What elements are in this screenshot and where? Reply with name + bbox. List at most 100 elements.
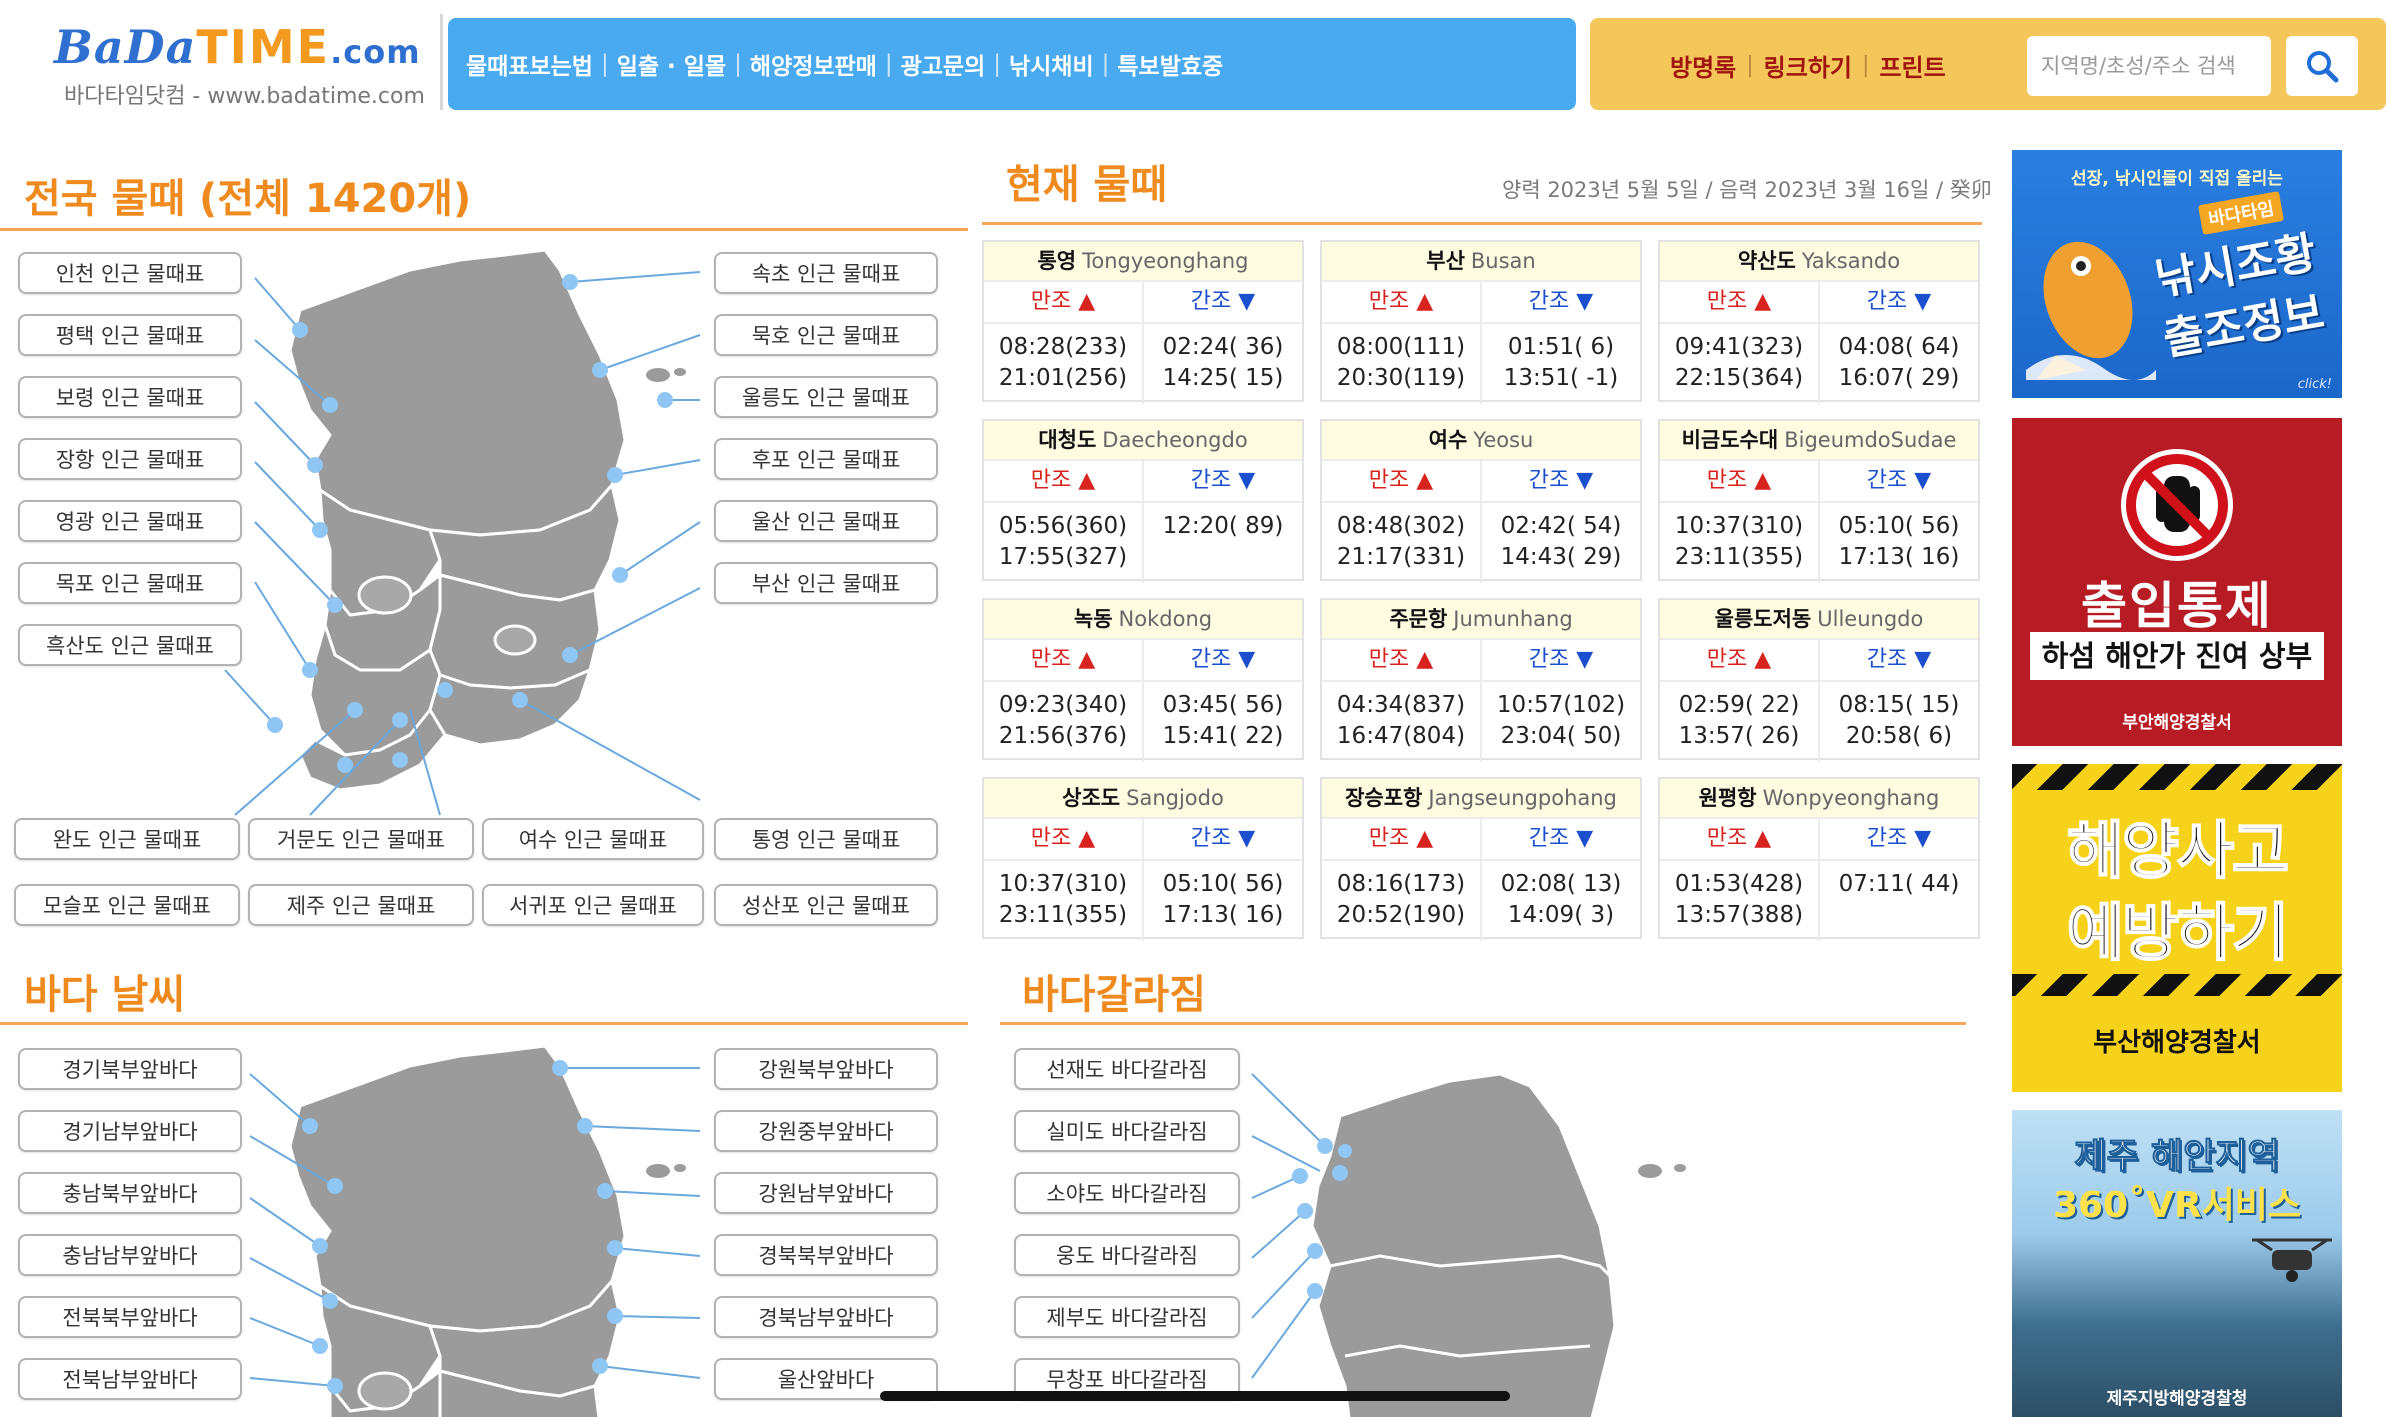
- parting-btn-ungdo[interactable]: 웅도 바다갈라짐: [1014, 1234, 1240, 1276]
- tide-card-values: 05:56(360) 17:55(327) 12:20( 89): [984, 503, 1302, 583]
- parting-btn-seonjaedo[interactable]: 선재도 바다갈라짐: [1014, 1048, 1240, 1090]
- nav-item-fishing[interactable]: 낚시채비: [1009, 47, 1094, 81]
- weather-btn-jeonbuk-north[interactable]: 전북북부앞바다: [18, 1296, 242, 1338]
- tide-card[interactable]: 대청도 Daecheongdo 만조 ▲ 간조 ▼ 05:56(360) 17:55(3…: [982, 419, 1304, 583]
- weather-btn-jeonbuk-south[interactable]: 전북남부앞바다: [18, 1358, 242, 1400]
- search-button[interactable]: [2286, 36, 2358, 96]
- weather-btn-gyeonggi-north[interactable]: 경기북부앞바다: [18, 1048, 242, 1090]
- station-name-en: Ulleungdo: [1817, 607, 1924, 631]
- tide-btn-heuksando[interactable]: 흑산도 인근 물때표: [18, 624, 242, 666]
- nav-item-ads[interactable]: 광고문의: [901, 47, 986, 81]
- print-link[interactable]: 프린트: [1879, 48, 1945, 83]
- low-tide-label: 간조 ▼: [1528, 647, 1594, 672]
- high-tide-values: 10:37(310) 23:11(355): [984, 861, 1144, 941]
- tide-card[interactable]: 주문항 Jumunhang 만조 ▲ 간조 ▼ 04:34(837) 16:47(804…: [1320, 598, 1642, 762]
- tide-btn-yeosu[interactable]: 여수 인근 물때표: [482, 818, 704, 860]
- station-name-ko: 대청도: [1038, 428, 1097, 452]
- nav-item-warning[interactable]: 특보발효중: [1117, 47, 1223, 81]
- low-tide-values: 01:51( 6) 13:51( -1): [1503, 334, 1619, 391]
- weather-btn-gyeongbuk-north[interactable]: 경북북부앞바다: [714, 1234, 938, 1276]
- high-tide-values: 02:59( 22) 13:57( 26): [1660, 682, 1820, 762]
- tide-card[interactable]: 약산도 Yaksando 만조 ▲ 간조 ▼ 09:41(323) 22:15(364)…: [1658, 240, 1980, 404]
- parting-btn-jebudo[interactable]: 제부도 바다갈라짐: [1014, 1296, 1240, 1338]
- tide-btn-mokpo[interactable]: 목포 인근 물때표: [18, 562, 242, 604]
- station-name-ko: 주문항: [1389, 607, 1448, 631]
- tide-card-values: 04:34(837) 16:47(804) 10:57(102) 23:04( 5…: [1322, 682, 1640, 762]
- tide-btn-incheon[interactable]: 인천 인근 물때표: [18, 252, 242, 294]
- parting-btn-soyado[interactable]: 소야도 바다갈라짐: [1014, 1172, 1240, 1214]
- tide-card[interactable]: 상조도 Sangjodo 만조 ▲ 간조 ▼ 10:37(310) 23:11(355)…: [982, 777, 1304, 941]
- tide-card[interactable]: 비금도수대 BigeumdoSudae 만조 ▲ 간조 ▼ 10:37(310) 23:…: [1658, 419, 1980, 583]
- tide-btn-moseulpo[interactable]: 모슬포 인근 물때표: [14, 884, 240, 926]
- tide-card-header: 비금도수대 BigeumdoSudae: [1660, 421, 1978, 461]
- current-date: 양력 2023년 5월 5일 / 음력 2023년 3월 16일 / 癸卯: [1502, 178, 1992, 202]
- nav-item-sunrise[interactable]: 일출 · 일몰: [617, 47, 726, 81]
- tide-btn-ulsan[interactable]: 울산 인근 물때표: [714, 500, 938, 542]
- tide-card-values: 01:53(428) 13:57(388) 07:11( 44): [1660, 861, 1978, 941]
- tide-btn-yeonggwang[interactable]: 영광 인근 물때표: [18, 500, 242, 542]
- parting-btn-silmido[interactable]: 실미도 바다갈라짐: [1014, 1110, 1240, 1152]
- weather-btn-gyeongbuk-south[interactable]: 경북남부앞바다: [714, 1296, 938, 1338]
- banner-jeju-line1: 제주 해안지역: [2074, 1137, 2280, 1178]
- tide-card-labels: 만조 ▲ 간조 ▼: [1660, 640, 1978, 682]
- tide-card[interactable]: 장승포항 Jangseungpohang 만조 ▲ 간조 ▼ 08:16(173) 20…: [1320, 777, 1642, 941]
- link-share-link[interactable]: 링크하기: [1764, 48, 1852, 83]
- low-tide-label: 간조 ▼: [1190, 468, 1256, 493]
- low-tide-values: 05:10( 56) 17:13( 16): [1162, 871, 1284, 928]
- search-input[interactable]: [2027, 36, 2271, 96]
- tide-btn-jeju[interactable]: 제주 인근 물때표: [248, 884, 474, 926]
- tide-btn-mukho[interactable]: 묵호 인근 물때표: [714, 314, 938, 356]
- banner-jeju-org: 제주지방해양경찰청: [2106, 1389, 2248, 1409]
- tide-card-header: 울릉도저동 Ulleungdo: [1660, 600, 1978, 640]
- weather-btn-gyeonggi-south[interactable]: 경기남부앞바다: [18, 1110, 242, 1152]
- tide-card[interactable]: 원평항 Wonpyeonghang 만조 ▲ 간조 ▼ 01:53(428) 13:57…: [1658, 777, 1980, 941]
- tide-btn-hupo[interactable]: 후포 인근 물때표: [714, 438, 938, 480]
- tide-card[interactable]: 통영 Tongyeonghang 만조 ▲ 간조 ▼ 08:28(233) 21:01(…: [982, 240, 1304, 404]
- tide-btn-pyeongtaek[interactable]: 평택 인근 물때표: [18, 314, 242, 356]
- tide-btn-seongsanpo[interactable]: 성산포 인근 물때표: [714, 884, 938, 926]
- banner-access-control[interactable]: 출입통제 하섬 해안가 진여 상부 부안해양경찰서: [2012, 418, 2342, 746]
- tide-card-values: 08:16(173) 20:52(190) 02:08( 13) 14:09( 3…: [1322, 861, 1640, 941]
- tide-card-values: 09:41(323) 22:15(364) 04:08( 64) 16:07( 2…: [1660, 324, 1978, 404]
- tide-btn-geomundo[interactable]: 거문도 인근 물때표: [248, 818, 474, 860]
- tide-card-header: 약산도 Yaksando: [1660, 242, 1978, 282]
- tide-btn-ulleungdo[interactable]: 울릉도 인근 물때표: [714, 376, 938, 418]
- tide-card[interactable]: 녹동 Nokdong 만조 ▲ 간조 ▼ 09:23(340) 21:56(376) 03…: [982, 598, 1304, 762]
- nav-item-sales[interactable]: 해양정보판매: [750, 47, 877, 81]
- low-tide-label: 간조 ▼: [1866, 826, 1932, 851]
- station-name-ko: 여수: [1428, 428, 1468, 452]
- high-tide-label: 만조 ▲: [1660, 461, 1820, 501]
- tide-card[interactable]: 부산 Busan 만조 ▲ 간조 ▼ 08:00(111) 20:30(119) 01:5…: [1320, 240, 1642, 404]
- low-tide-values: 04:08( 64) 16:07( 29): [1838, 334, 1960, 391]
- tide-card[interactable]: 울릉도저동 Ulleungdo 만조 ▲ 간조 ▼ 02:59( 22) 13:57( …: [1658, 598, 1980, 762]
- hazard-stripe-mid: [2012, 974, 2342, 996]
- tide-btn-sokcho[interactable]: 속초 인근 물때표: [714, 252, 938, 294]
- tide-btn-janghang[interactable]: 장항 인근 물때표: [18, 438, 242, 480]
- tide-btn-wando[interactable]: 완도 인근 물때표: [14, 818, 240, 860]
- tide-card-labels: 만조 ▲ 간조 ▼: [1660, 282, 1978, 324]
- banner-marine-safety[interactable]: 해양사고 예방하기 부산해양경찰서: [2012, 764, 2342, 1092]
- tide-btn-tongyeong[interactable]: 통영 인근 물때표: [714, 818, 938, 860]
- banner-fishing-report[interactable]: 선장, 낚시인들이 직접 올리는 바다타임 낚시조황 출조정보 click!: [2012, 150, 2342, 398]
- site-logo[interactable]: BaDaTIME.com 바다타임닷컴 - www.badatime.com: [0, 14, 443, 110]
- station-name-ko: 울릉도저동: [1714, 607, 1812, 631]
- tide-btn-boryeong[interactable]: 보령 인근 물때표: [18, 376, 242, 418]
- home-indicator[interactable]: [880, 1391, 1510, 1401]
- weather-btn-gangwon-middle[interactable]: 강원중부앞바다: [714, 1110, 938, 1152]
- low-tide-label: 간조 ▼: [1528, 826, 1594, 851]
- banner-jeju-vr[interactable]: 제주 해안지역 360˚VR서비스 제주지방해양경찰청: [2012, 1110, 2342, 1417]
- weather-btn-chungnam-south[interactable]: 충남남부앞바다: [18, 1234, 242, 1276]
- low-tide-label: 간조 ▼: [1528, 289, 1594, 314]
- weather-btn-gangwon-north[interactable]: 강원북부앞바다: [714, 1048, 938, 1090]
- station-name-en: Daecheongdo: [1102, 428, 1248, 452]
- tide-card[interactable]: 여수 Yeosu 만조 ▲ 간조 ▼ 08:48(302) 21:17(331) 02:4…: [1320, 419, 1642, 583]
- fish-icon: [2026, 241, 2156, 380]
- weather-btn-chungnam-north[interactable]: 충남북부앞바다: [18, 1172, 242, 1214]
- nav-item-howto[interactable]: 물때표보는법: [466, 47, 593, 81]
- tide-btn-seogwipo[interactable]: 서귀포 인근 물때표: [482, 884, 704, 926]
- low-tide-values: 12:20( 89): [1162, 513, 1284, 539]
- guestbook-link[interactable]: 방명록: [1670, 48, 1736, 83]
- high-tide-values: 05:56(360) 17:55(327): [984, 503, 1144, 583]
- tide-btn-busan[interactable]: 부산 인근 물때표: [714, 562, 938, 604]
- weather-btn-gangwon-south[interactable]: 강원남부앞바다: [714, 1172, 938, 1214]
